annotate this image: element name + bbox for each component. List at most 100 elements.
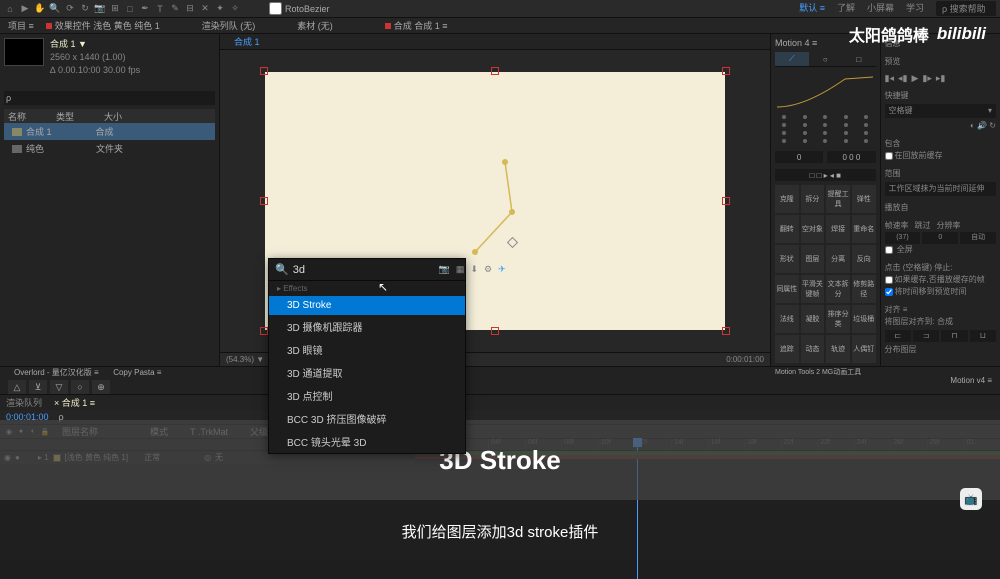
align-btn[interactable]: ⊔ (970, 330, 996, 342)
project-item-comp[interactable]: 合成 1 合成 (4, 123, 215, 140)
type-tool-icon[interactable]: T (154, 3, 166, 15)
motion-btn[interactable]: 翻转 (775, 215, 799, 243)
pan-behind-tool-icon[interactable]: ⊞ (109, 3, 121, 15)
rotobezier-checkbox[interactable] (269, 2, 282, 15)
bilibili-icon[interactable]: 📺 (960, 488, 982, 510)
gear-icon[interactable]: ⚙ (484, 264, 492, 275)
overlord-btn[interactable]: △ (8, 380, 26, 394)
project-tab[interactable]: 项目 ≡ (8, 19, 34, 32)
motion-value-1[interactable]: 0 (775, 151, 823, 163)
overlord-btn[interactable]: ⊻ (29, 380, 47, 394)
motion-btn[interactable]: 图层 (801, 245, 825, 273)
home-icon[interactable]: ⌂ (4, 3, 16, 15)
camera-tool-icon[interactable]: 📷 (94, 3, 106, 15)
rotate-tool-icon[interactable]: ↻ (79, 3, 91, 15)
motion-btn[interactable]: 修剪路径 (852, 275, 876, 303)
fx-item[interactable]: 3D 点控制 (269, 384, 465, 407)
download-icon[interactable]: ⬇ (470, 264, 478, 275)
motion-btn[interactable]: 平滑关键帧 (801, 275, 825, 303)
render-queue-tab[interactable]: 渲染列队 (无) (202, 19, 256, 32)
first-frame-icon[interactable]: ▮◂ (885, 72, 894, 84)
range-dropdown[interactable]: 工作区域抹为当前时间延伸 (885, 182, 996, 196)
motion-btn[interactable]: 排序分类 (826, 305, 850, 333)
puppet-tool-icon[interactable]: ✧ (229, 3, 241, 15)
col-size[interactable]: 大小 (104, 110, 122, 123)
motion-btn[interactable]: 凝胶 (801, 305, 825, 333)
cache-checkbox[interactable] (885, 152, 893, 160)
overlord-btn[interactable]: ▽ (50, 380, 68, 394)
next-frame-icon[interactable]: ▮▸ (922, 72, 931, 84)
align-btn[interactable]: ⊐ (913, 330, 939, 342)
motion-btn[interactable]: 追踪 (775, 335, 799, 363)
fx-item[interactable]: 3D 通道提取 (269, 361, 465, 384)
timeline-comp-tab[interactable]: × 合成 1 ≡ (54, 396, 95, 409)
overlord-btn[interactable]: ○ (71, 380, 89, 394)
motion-btn[interactable]: 分离 (826, 245, 850, 273)
hand-tool-icon[interactable]: ✋ (34, 3, 46, 15)
last-frame-icon[interactable]: ▸▮ (936, 72, 945, 84)
motion-tab-curve[interactable]: ⟋ (775, 52, 809, 66)
motion-btn[interactable]: 克隆 (775, 185, 799, 213)
workspace-small[interactable]: 小屏幕 (867, 1, 894, 16)
move-time-cb[interactable] (885, 288, 893, 296)
motion-btn[interactable]: 轨迹 (826, 335, 850, 363)
play-icon[interactable]: ▶ (912, 72, 919, 84)
orbit-tool-icon[interactable]: ⟳ (64, 3, 76, 15)
eraser-tool-icon[interactable]: ✕ (199, 3, 211, 15)
motion-tab-2[interactable]: ○ (809, 52, 843, 66)
shape-tool-icon[interactable]: □ (124, 3, 136, 15)
selection-tool-icon[interactable]: ▶ (19, 3, 31, 15)
motion-btn[interactable]: 重命名 (852, 215, 876, 243)
motion-tab-3[interactable]: □ (842, 52, 876, 66)
motion-btn[interactable]: 人偶钉 (852, 335, 876, 363)
skip-input[interactable]: 0 (922, 232, 958, 244)
center-tab-comp[interactable]: 合成 1 (226, 35, 268, 48)
zoom-level[interactable]: (54.3%) ▼ (226, 355, 264, 364)
fx-item[interactable]: BCC 镜头光晕 3D (269, 430, 465, 453)
shortcut-dropdown[interactable]: 空格键▾ (885, 104, 996, 118)
motion-btn[interactable]: 拆分 (801, 185, 825, 213)
project-item-folder[interactable]: 纯色 文件夹 (4, 140, 215, 157)
preset-dots[interactable] (775, 115, 876, 143)
motion-btn[interactable]: 垃圾桶 (852, 305, 876, 333)
motion-btn[interactable]: 法线 (775, 305, 799, 333)
fullscreen-cb[interactable] (885, 246, 893, 254)
fps-input[interactable]: (37) (885, 232, 921, 244)
motion-btn[interactable]: 动态 (801, 335, 825, 363)
cache-play-cb[interactable] (885, 276, 893, 284)
comp-tab[interactable]: 合成 合成 1 ≡ (385, 19, 448, 32)
project-search[interactable]: ρ (4, 91, 215, 105)
workspace-study[interactable]: 学习 (906, 1, 924, 16)
res-input[interactable]: 自动 (960, 232, 996, 244)
workspace-learn[interactable]: 了解 (837, 1, 855, 16)
roto-tool-icon[interactable]: ✦ (214, 3, 226, 15)
motion-btn[interactable]: 焊接 (826, 215, 850, 243)
copypasta-tab[interactable]: Copy Pasta ≡ (107, 366, 167, 379)
motion-btn[interactable]: 提醒工具 (826, 185, 850, 213)
overlord-btn[interactable]: ⊕ (92, 380, 110, 394)
motion-btn[interactable]: 弹性 (852, 185, 876, 213)
fx-item-3d-stroke[interactable]: 3D Stroke (269, 296, 465, 315)
fx-search-input[interactable] (293, 264, 435, 276)
motion-btn[interactable]: 同属性 (775, 275, 799, 303)
motion-btn[interactable]: 形状 (775, 245, 799, 273)
fx-category[interactable]: ▸ Effects (269, 281, 465, 296)
fx-controls-tab[interactable]: 效果控件 浅色 黄色 纯色 1 (46, 19, 160, 32)
fx-item[interactable]: 3D 眼镜 (269, 338, 465, 361)
grid-icon[interactable]: ▦ (456, 264, 465, 275)
col-type[interactable]: 类型 (56, 110, 74, 123)
easing-curve[interactable] (775, 73, 876, 109)
zoom-tool-icon[interactable]: 🔍 (49, 3, 61, 15)
align-btn[interactable]: ⊏ (885, 330, 911, 342)
fx-item[interactable]: 3D 摄像机跟踪器 (269, 315, 465, 338)
motion-icon-row[interactable]: □ □ ▸ ◂ ■ (775, 169, 876, 181)
fx-item[interactable]: BCC 3D 挤压图像破碎 (269, 407, 465, 430)
motion-btn[interactable]: 文本拆分 (826, 275, 850, 303)
motion-btn[interactable]: 空对象 (801, 215, 825, 243)
prev-frame-icon[interactable]: ◂▮ (898, 72, 907, 84)
share-icon[interactable]: ✈ (498, 264, 506, 275)
col-name[interactable]: 名称 (8, 110, 26, 123)
help-search[interactable]: ρ 搜索帮助 (936, 1, 996, 16)
render-queue-tab[interactable]: 渲染队列 (6, 396, 42, 409)
align-btn[interactable]: ⊓ (941, 330, 967, 342)
